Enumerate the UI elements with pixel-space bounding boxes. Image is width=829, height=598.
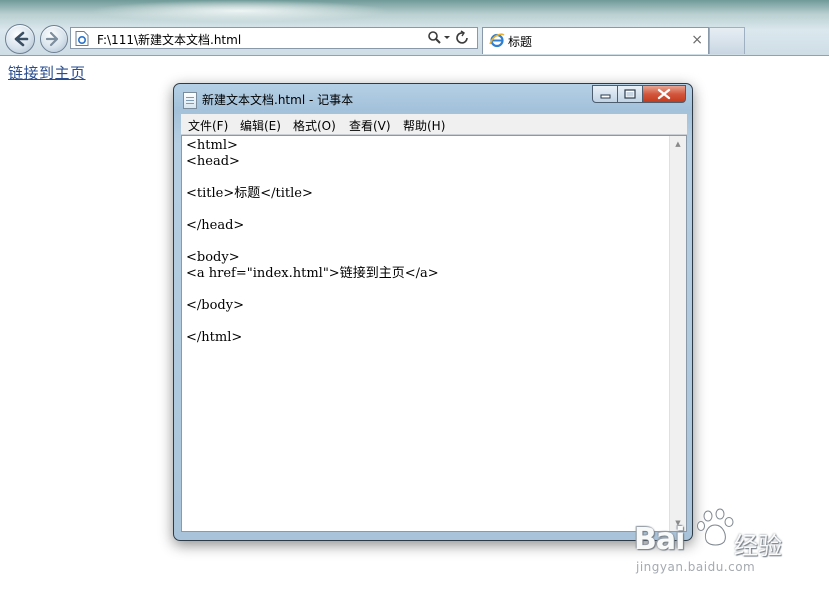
search-refresh-icons[interactable] [427,30,471,46]
menu-file[interactable]: 文件(F) [188,117,228,134]
back-button[interactable] [5,24,35,54]
maximize-icon [624,89,636,99]
vertical-scrollbar[interactable]: ▲ ▼ [669,136,686,531]
maximize-button[interactable] [618,85,643,103]
notepad-window: 新建文本文档.html - 记事本 文件(F) 编辑(E) 格式(O) 查看(V… [173,83,693,541]
address-url: F:\111\新建文本文档.html [97,33,242,47]
menu-help[interactable]: 帮助(H) [403,117,445,134]
new-tab-button[interactable] [709,27,745,54]
minimize-icon [600,94,611,99]
watermark-domain: jingyan.baidu.com [636,560,756,574]
arrow-right-icon [45,31,59,47]
scroll-up-icon[interactable]: ▲ [670,136,686,152]
baidu-watermark: Bai 经验 jingyan.baidu.com [634,508,824,588]
menu-bar: 文件(F) 编辑(E) 格式(O) 查看(V) 帮助(H) [181,114,687,135]
tab-title: 标题 [508,35,533,49]
watermark-brand: Bai [634,522,685,557]
forward-button[interactable] [40,25,68,53]
watermark-brand-tail: 经验 [734,532,782,560]
menu-format[interactable]: 格式(O) [293,117,336,134]
page-icon [75,31,89,46]
paw-logo-icon [697,508,734,546]
menu-edit[interactable]: 编辑(E) [240,117,281,134]
menu-view[interactable]: 查看(V) [349,117,391,134]
close-tab-icon[interactable]: × [691,32,703,48]
address-bar[interactable]: F:\111\新建文本文档.html [70,27,478,49]
minimize-button[interactable] [592,85,618,103]
ie-logo-icon [489,33,505,48]
close-icon [657,88,671,100]
tab-current[interactable]: 标题 × [482,27,709,54]
text-editor[interactable]: <html> <head> <title>标题</title> </head> … [181,135,687,532]
arrow-left-icon [14,31,29,47]
homepage-link[interactable]: 链接到主页 [8,62,86,83]
editor-content[interactable]: <html> <head> <title>标题</title> </head> … [186,138,439,346]
browser-toolbar: F:\111\新建文本文档.html 标题 × [0,0,829,56]
toolbar-background-glare [90,0,390,22]
window-controls [592,85,686,104]
notepad-icon [183,92,197,109]
window-title: 新建文本文档.html - 记事本 [202,93,354,107]
close-button[interactable] [643,85,686,103]
